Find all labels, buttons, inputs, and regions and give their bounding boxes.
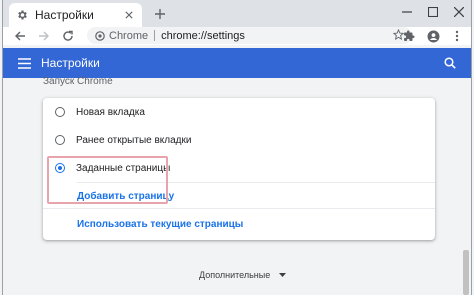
site-chip-label: Chrome [109,29,149,42]
section-title-startup: Запуск Chrome [43,76,113,87]
divider [43,208,435,209]
caret-down-icon [278,271,286,279]
back-icon[interactable] [11,27,29,45]
url-text: chrome://settings [161,29,245,42]
maximize-icon[interactable] [425,4,441,20]
gear-icon [15,8,29,22]
tab-settings[interactable]: Настройки [9,3,142,27]
tab-strip: Настройки [3,0,471,27]
address-bar[interactable]: Chrome chrome://settings [87,27,412,44]
toolbar: Chrome chrome://settings [3,27,471,45]
startup-option-continue[interactable]: Ранее открытые вкладки [43,126,435,154]
profile-icon[interactable] [425,28,441,44]
site-chip[interactable]: Chrome [95,30,148,42]
scrollbar[interactable] [461,78,471,295]
advanced-label: Дополнительные [199,270,271,280]
option-label: Ранее открытые вкладки [76,134,192,146]
advanced-toggle[interactable]: Дополнительные [199,270,286,280]
tab-title: Настройки [35,8,94,22]
startup-option-specific-pages[interactable]: Заданные страницы [43,154,435,182]
hamburger-icon[interactable] [15,54,33,72]
settings-content: Запуск Chrome Новая вкладка Ранее открыт… [3,76,471,295]
radio-button[interactable] [55,107,65,117]
divider [154,30,156,41]
search-icon[interactable] [441,54,459,72]
browser-window: Настройки Chrome chrome://settings Настр… [2,0,472,295]
startup-option-new-tab[interactable]: Новая вкладка [43,98,435,126]
option-label: Новая вкладка [76,106,145,118]
settings-header: Настройки [3,48,471,78]
radio-button[interactable] [55,135,65,145]
page-title: Настройки [41,56,100,70]
puzzle-icon[interactable] [401,28,417,44]
divider [77,182,435,183]
chrome-icon [95,30,105,41]
radio-button-selected[interactable] [55,163,65,173]
add-page-link[interactable]: Добавить страницу [77,191,174,202]
window-controls [399,4,467,20]
scrollbar-thumb[interactable] [463,250,469,295]
close-window-icon[interactable] [451,4,467,20]
reload-icon[interactable] [59,27,77,45]
plus-icon [155,9,165,19]
minimize-icon[interactable] [399,4,415,20]
new-tab-button[interactable] [151,5,169,23]
forward-icon[interactable] [35,27,53,45]
close-icon[interactable] [122,8,136,22]
startup-card: Новая вкладка Ранее открытые вкладки Зад… [43,98,435,240]
option-label: Заданные страницы [76,162,171,174]
more-icon[interactable] [449,28,465,44]
use-current-pages-link[interactable]: Использовать текущие страницы [77,219,243,230]
